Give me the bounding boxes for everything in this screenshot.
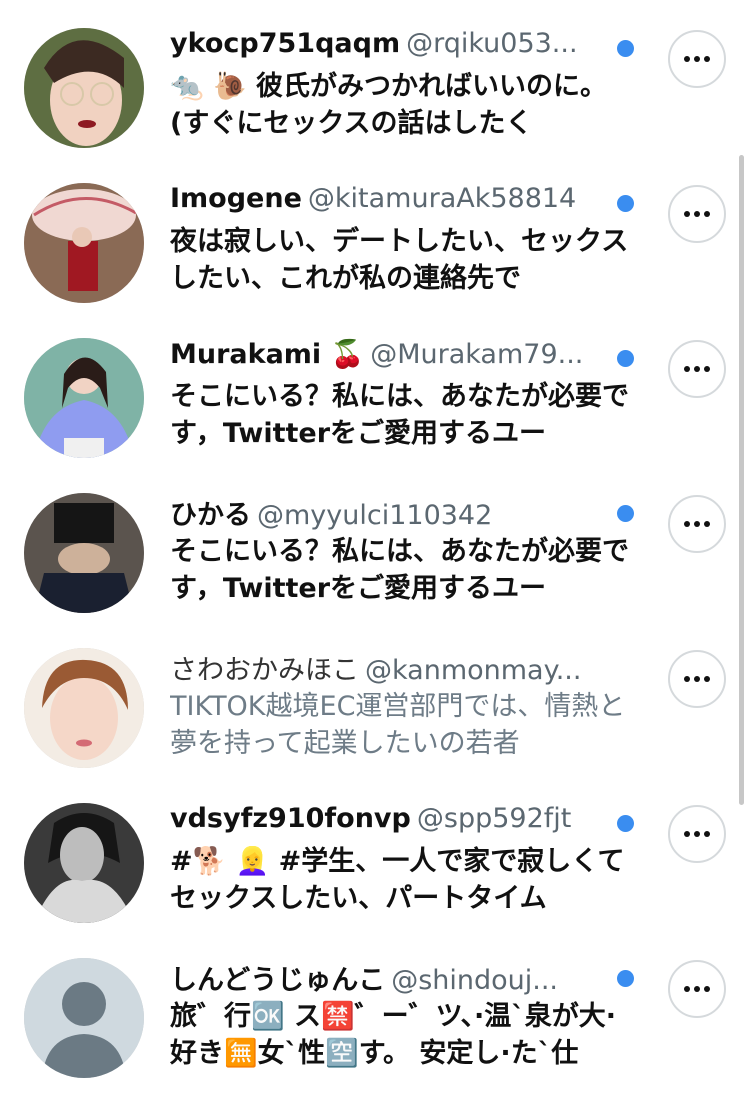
scrollbar[interactable] [739, 155, 744, 805]
more-dots-icon[interactable] [668, 340, 726, 398]
more-dots-icon[interactable] [668, 185, 726, 243]
user-info: vdsyfz910fonvp @spp592fjt #🐕 👱‍♀️ #学生、一人で… [170, 803, 640, 917]
user-name[interactable]: ykocp751qaqm [170, 28, 400, 59]
user-handle: @spp592fjt [416, 803, 572, 834]
avatar[interactable] [24, 338, 144, 458]
avatar[interactable] [24, 958, 144, 1078]
user-header: vdsyfz910fonvp @spp592fjt [170, 803, 640, 841]
user-bio: 🐀 🐌 彼氏がみつかればいいのに。 (すぐにセックスの話はしたく [170, 71, 608, 139]
blue-dot-indicator [617, 505, 634, 522]
user-handle: @Murakam79... [370, 339, 584, 370]
user-info: さわおかみほこ @kanmonmay... TIKTOK越境EC運営部門では、情熱… [170, 648, 640, 762]
avatar[interactable] [24, 803, 144, 923]
blue-dot-indicator [617, 970, 634, 987]
user-header: ひかる @myyulci110342 [170, 493, 640, 531]
user-info: ひかる @myyulci110342 そこにいる？私には、あなたが必要です，Twi… [170, 493, 640, 607]
user-name[interactable]: Murakami 🍒 [170, 339, 364, 370]
more-dots-icon[interactable] [668, 650, 726, 708]
user-handle: @rqiku053... [406, 28, 578, 59]
user-list: ykocp751qaqm @rqiku053... 🐀 🐌 彼氏がみつかればいいの… [0, 0, 750, 1085]
user-name[interactable]: vdsyfz910fonvp [170, 803, 411, 834]
more-dots-icon[interactable] [668, 805, 726, 863]
blue-dot-indicator [617, 195, 634, 212]
user-header: Murakami 🍒 @Murakam79... [170, 338, 640, 376]
user-header: さわおかみほこ @kanmonmay... [170, 648, 640, 686]
user-handle: @kanmonmay... [365, 655, 582, 686]
user-name[interactable]: ひかる [170, 500, 251, 531]
user-row[interactable]: しんどうじゅんこ @shindouj... 旅゛行🆗 ス🈲゛ー゛ツ、·温`泉が大·… [0, 930, 750, 1085]
user-info: Murakami 🍒 @Murakam79... そこにいる？私には、あなたが必要… [170, 338, 640, 452]
blue-dot-indicator [617, 40, 634, 57]
user-row[interactable]: Murakami 🍒 @Murakam79... そこにいる？私には、あなたが必要… [0, 310, 750, 465]
more-dots-icon[interactable] [668, 495, 726, 553]
user-name[interactable]: しんどうじゅんこ [170, 965, 385, 996]
user-handle: @kitamuraAk58814 [307, 183, 577, 214]
user-name[interactable]: Imogene [170, 183, 302, 214]
user-bio: そこにいる？私には、あなたが必要です，Twitterをご愛用するユー [170, 536, 629, 604]
avatar[interactable] [24, 493, 144, 613]
user-handle: @myyulci110342 [257, 500, 493, 531]
user-name[interactable]: さわおかみほこ [170, 655, 359, 686]
blue-dot-indicator [617, 350, 634, 367]
avatar[interactable] [24, 648, 144, 768]
avatar[interactable] [24, 183, 144, 303]
user-header: しんどうじゅんこ @shindouj... [170, 958, 640, 996]
user-info: しんどうじゅんこ @shindouj... 旅゛行🆗 ス🈲゛ー゛ツ、·温`泉が大·… [170, 958, 640, 1072]
user-bio: 旅゛行🆗 ス🈲゛ー゛ツ、·温`泉が大·好き🈚女`性🈳す。 安定し·た`仕 [170, 1001, 616, 1069]
user-bio: そこにいる？私には、あなたが必要です，Twitterをご愛用するユー [170, 381, 629, 449]
user-handle: @shindouj... [391, 965, 559, 996]
avatar[interactable] [24, 28, 144, 148]
user-row[interactable]: Imogene @kitamuraAk58814 夜は寂しい、デートしたい、セック… [0, 155, 750, 310]
user-header: ykocp751qaqm @rqiku053... [170, 28, 640, 66]
user-row[interactable]: ひかる @myyulci110342 そこにいる？私には、あなたが必要です，Twi… [0, 465, 750, 620]
user-row[interactable]: さわおかみほこ @kanmonmay... TIKTOK越境EC運営部門では、情熱… [0, 620, 750, 775]
blue-dot-indicator [617, 815, 634, 832]
more-dots-icon[interactable] [668, 30, 726, 88]
user-header: Imogene @kitamuraAk58814 [170, 183, 640, 221]
user-row[interactable]: vdsyfz910fonvp @spp592fjt #🐕 👱‍♀️ #学生、一人で… [0, 775, 750, 930]
user-row[interactable]: ykocp751qaqm @rqiku053... 🐀 🐌 彼氏がみつかればいいの… [0, 0, 750, 155]
user-bio: 夜は寂しい、デートしたい、セックスしたい、これが私の連絡先で [170, 226, 629, 294]
more-dots-icon[interactable] [668, 960, 726, 1018]
user-info: ykocp751qaqm @rqiku053... 🐀 🐌 彼氏がみつかればいいの… [170, 28, 640, 142]
user-bio: TIKTOK越境EC運営部門では、情熱と夢を持って起業したいの若者 [170, 691, 626, 759]
user-info: Imogene @kitamuraAk58814 夜は寂しい、デートしたい、セック… [170, 183, 640, 297]
user-bio: #🐕 👱‍♀️ #学生、一人で家で寂しくてセックスしたい、パートタイム [170, 846, 625, 914]
